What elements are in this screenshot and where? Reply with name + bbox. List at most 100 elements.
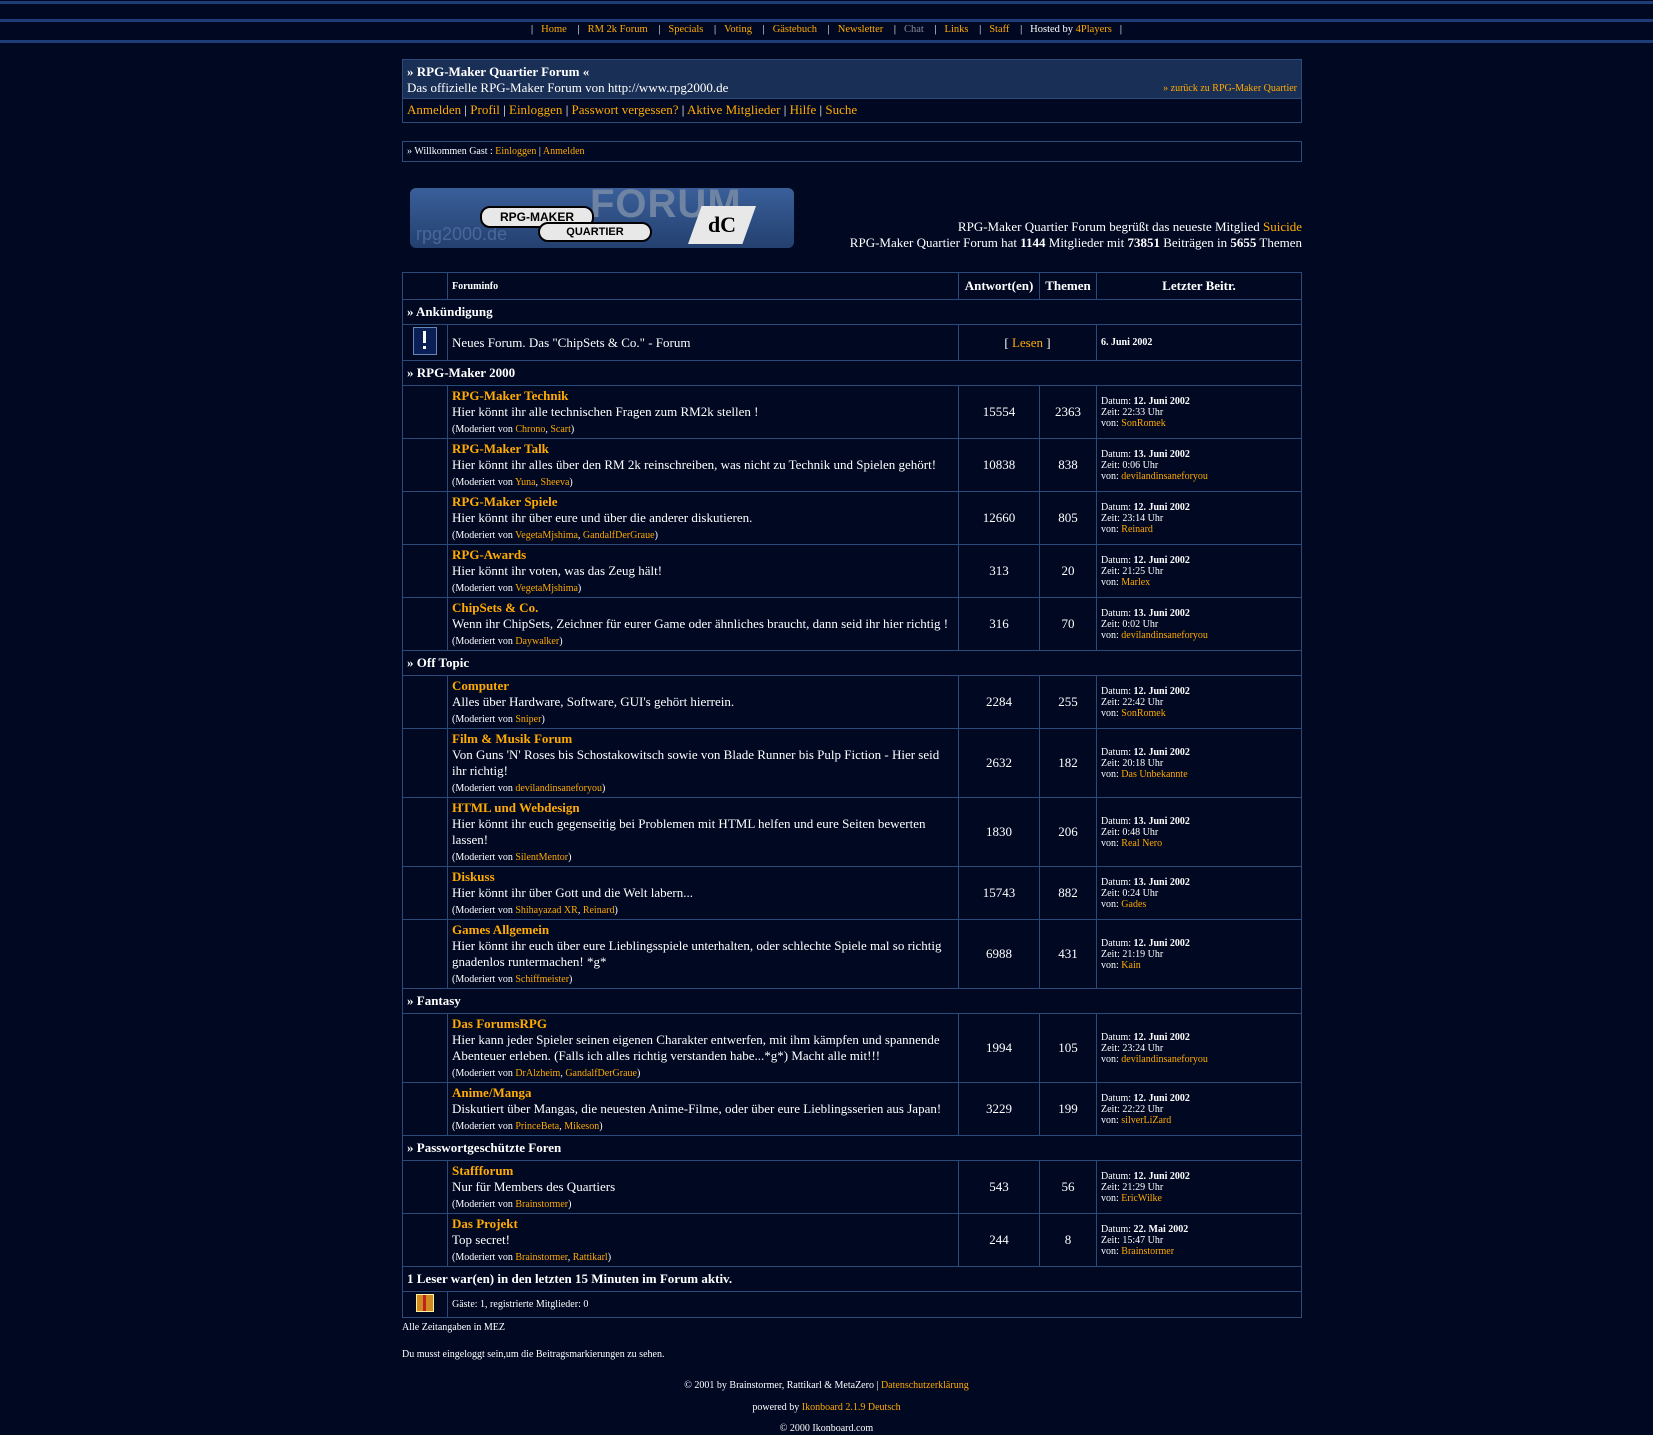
newest-member-link[interactable]: Suicide [1263, 219, 1302, 234]
category-row: » Passwortgeschützte Foren [402, 1135, 1302, 1161]
forum-last-post: Datum: 12. Juni 2002 Zeit: 22:22 Uhr von: … [1096, 1082, 1302, 1136]
last-post-date: 12. Juni 2002 [1133, 1170, 1190, 1182]
forum-replies: 1994 [958, 1013, 1040, 1083]
forum-replies: 6988 [958, 919, 1040, 989]
category-title: » Off Topic [402, 650, 1302, 676]
last-post-author-link[interactable]: devilandinsaneforyou [1121, 630, 1208, 641]
nav-specials[interactable]: Specials [668, 24, 703, 35]
moderator-link[interactable]: VegetaMjshima [515, 530, 578, 541]
moderator-link[interactable]: PrinceBeta [515, 1121, 559, 1132]
forum-description: Wenn ihr ChipSets, Zeichner für eurer Ga… [452, 616, 949, 631]
forum-description: Hier könnt ihr euch gegenseitig bei Prob… [452, 816, 926, 847]
moderator-link[interactable]: SilentMentor [515, 852, 568, 863]
welcome-login-link[interactable]: Einloggen [495, 146, 536, 157]
help-link[interactable]: Hilfe [790, 102, 817, 117]
category-row: » Ankündigung [402, 299, 1302, 325]
login-link[interactable]: Einloggen [509, 102, 562, 117]
forum-name-link[interactable]: Film & Musik Forum [452, 731, 572, 746]
read-link[interactable]: Lesen [1012, 335, 1043, 350]
forum-name-link[interactable]: Staffforum [452, 1163, 513, 1178]
moderator-link[interactable]: Scart [550, 424, 571, 435]
last-post-author-link[interactable]: Kain [1121, 960, 1140, 971]
moderator-link[interactable]: GandalfDerGraue [583, 530, 655, 541]
moderator-link[interactable]: Rattikarl [573, 1252, 608, 1263]
moderator-link[interactable]: Daywalker [515, 636, 559, 647]
last-post-author-link[interactable]: SonRomek [1121, 418, 1165, 429]
forum-row: ChipSets & Co. Wenn ihr ChipSets, Zeichne… [402, 597, 1302, 651]
forum-row: RPG-Maker Technik Hier könnt ihr alle tec… [402, 385, 1302, 439]
register-link[interactable]: Anmelden [407, 102, 461, 117]
forum-name-link[interactable]: RPG-Maker Talk [452, 441, 549, 456]
forum-name-link[interactable]: Das ForumsRPG [452, 1016, 547, 1031]
forum-name-link[interactable]: Diskuss [452, 869, 495, 884]
last-post-author-link[interactable]: Brainstormer [1121, 1246, 1174, 1257]
moderator-link[interactable]: Shihayazad XR [515, 905, 578, 916]
last-post-author-link[interactable]: Real Nero [1121, 838, 1162, 849]
forum-info-cell: ChipSets & Co. Wenn ihr ChipSets, Zeichne… [447, 597, 959, 651]
time-label: Zeit: [1101, 512, 1120, 524]
nav-rm2k-forum[interactable]: RM 2k Forum [588, 24, 648, 35]
last-post-date: 12. Juni 2002 [1133, 501, 1190, 513]
forum-name-link[interactable]: RPG-Awards [452, 547, 526, 562]
privacy-link[interactable]: Datenschutzerklärung [881, 1380, 969, 1391]
forum-name-link[interactable]: Games Allgemein [452, 922, 549, 937]
moderator-link[interactable]: devilandinsaneforyou [515, 783, 602, 794]
nav-voting[interactable]: Voting [724, 24, 752, 35]
last-post-author-link[interactable]: EricWilke [1121, 1193, 1162, 1204]
nav-newsletter[interactable]: Newsletter [838, 24, 883, 35]
forum-moderators: (Moderiert von Sniper) [452, 714, 545, 725]
moderator-link[interactable]: Reinard [583, 905, 615, 916]
moderator-link[interactable]: Sniper [515, 714, 541, 725]
forum-name-link[interactable]: ChipSets & Co. [452, 600, 538, 615]
forum-info-cell: Diskuss Hier könnt ihr über Gott und die … [447, 866, 959, 920]
forum-name-link[interactable]: Das Projekt [452, 1216, 518, 1231]
moderated-label: (Moderiert von [452, 583, 513, 594]
moderator-link[interactable]: Chrono [515, 424, 545, 435]
last-post-author-link[interactable]: devilandinsaneforyou [1121, 471, 1208, 482]
nav-home[interactable]: Home [541, 24, 567, 35]
forum-logo[interactable]: FORUM rpg2000.de RPG-MAKER QUARTIER dC [410, 188, 794, 248]
forum-name-link[interactable]: RPG-Maker Technik [452, 388, 568, 403]
ikonboard-link[interactable]: Ikonboard 2.1.9 Deutsch [802, 1402, 901, 1413]
nav-guestbook[interactable]: Gästebuch [773, 24, 817, 35]
last-post-author-link[interactable]: Reinard [1121, 524, 1153, 535]
moderator-link[interactable]: Brainstormer [515, 1252, 567, 1263]
nav-links[interactable]: Links [945, 24, 969, 35]
forgot-password-link[interactable]: Passwort vergessen? [572, 102, 679, 117]
last-post-author-link[interactable]: SonRomek [1121, 708, 1165, 719]
forum-description: Hier könnt ihr alles über den RM 2k rein… [452, 457, 937, 472]
moderator-link[interactable]: VegetaMjshima [515, 583, 578, 594]
forum-replies: 2632 [958, 728, 1040, 798]
moderator-link[interactable]: Yuna [515, 477, 536, 488]
forum-last-post: Datum: 22. Mai 2002 Zeit: 15:47 Uhr von: B… [1096, 1213, 1302, 1267]
forum-name-link[interactable]: HTML und Webdesign [452, 800, 580, 815]
search-link[interactable]: Suche [825, 102, 857, 117]
forum-name-link[interactable]: RPG-Maker Spiele [452, 494, 558, 509]
last-post-date: 13. Juni 2002 [1133, 448, 1190, 460]
moderator-link[interactable]: DrAlzheim [515, 1068, 560, 1079]
nav-4players[interactable]: 4Players [1076, 24, 1112, 35]
last-post-author-link[interactable]: Gades [1121, 899, 1146, 910]
welcome-register-link[interactable]: Anmelden [543, 146, 585, 157]
last-post-author-link[interactable]: silverLiZard [1121, 1115, 1171, 1126]
moderator-link[interactable]: Mikeson [564, 1121, 599, 1132]
date-label: Datum: [1101, 1092, 1131, 1104]
back-link[interactable]: » zurück zu RPG-Maker Quartier [1163, 83, 1297, 94]
last-post-author-link[interactable]: Das Unbekannte [1121, 769, 1187, 780]
moderator-link[interactable]: GandalfDerGraue [565, 1068, 637, 1079]
forum-name-link[interactable]: Anime/Manga [452, 1085, 531, 1100]
profile-link[interactable]: Profil [470, 102, 500, 117]
moderator-link[interactable]: Sheeva [541, 477, 570, 488]
last-post-date: 22. Mai 2002 [1133, 1223, 1189, 1235]
active-members-link[interactable]: Aktive Mitglieder [687, 102, 781, 117]
last-post-author-link[interactable]: devilandinsaneforyou [1121, 1054, 1208, 1065]
forum-info-cell: RPG-Awards Hier könnt ihr voten, was das … [447, 544, 959, 598]
time-label: Zeit: [1101, 948, 1120, 960]
last-post-author-link[interactable]: Marlex [1121, 577, 1150, 588]
forum-row: HTML und Webdesign Hier könnt ihr euch ge… [402, 797, 1302, 867]
moderator-link[interactable]: Brainstormer [515, 1199, 568, 1210]
nav-staff[interactable]: Staff [989, 24, 1009, 35]
moderated-label: (Moderiert von [452, 1199, 513, 1210]
forum-name-link[interactable]: Computer [452, 678, 509, 693]
moderator-link[interactable]: Schiffmeister [515, 974, 569, 985]
